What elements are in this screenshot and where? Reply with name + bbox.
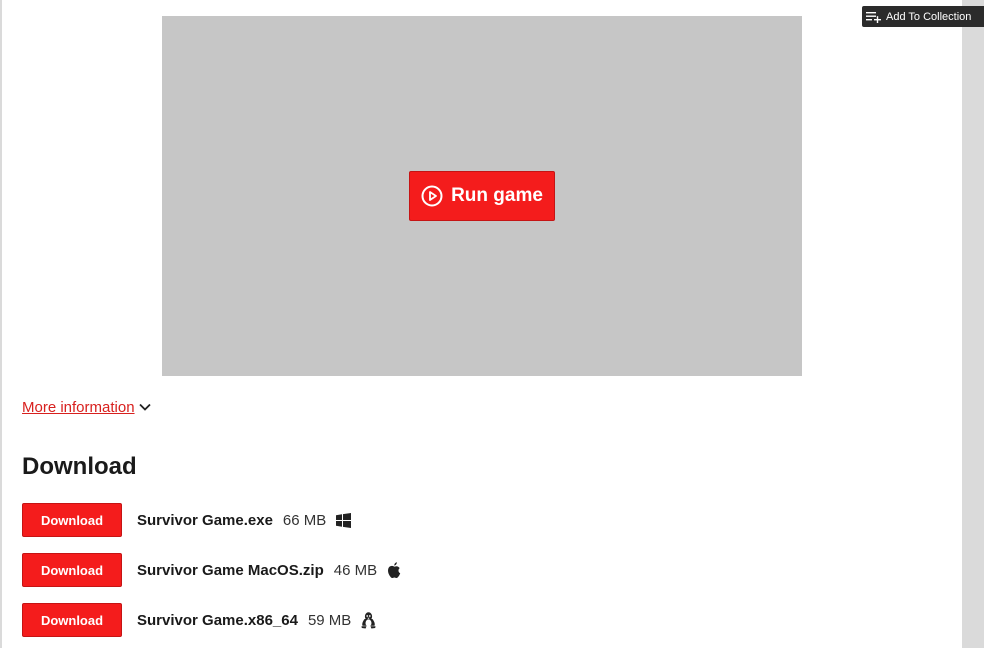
run-game-button[interactable]: Run game [409,171,555,221]
play-circle-icon [421,185,443,207]
file-size: 46 MB [333,561,378,579]
download-row: Download Survivor Game.x86_64 59 MB [22,602,376,638]
page-right-gutter [962,0,984,648]
add-to-list-icon [866,11,881,23]
file-name: Survivor Game.exe [137,511,273,529]
page-left-border [0,0,2,648]
apple-icon [387,561,401,579]
download-button[interactable]: Download [22,503,122,537]
file-size: 66 MB [282,511,327,529]
download-button[interactable]: Download [22,553,122,587]
more-information-toggle[interactable]: More information [22,396,151,418]
download-row: Download Survivor Game MacOS.zip 46 MB [22,552,401,588]
more-information-link[interactable]: More information [22,399,135,416]
linux-icon [361,611,376,629]
file-size: 59 MB [307,611,352,629]
download-section-heading: Download [22,453,137,480]
windows-icon [336,512,352,528]
add-to-collection-label: Add To Collection [886,10,972,23]
file-name: Survivor Game.x86_64 [137,611,298,629]
chevron-down-icon [138,403,151,411]
add-to-collection-button[interactable]: Add To Collection [862,6,984,27]
file-name: Survivor Game MacOS.zip [137,561,324,579]
download-button[interactable]: Download [22,603,122,637]
run-game-label: Run game [451,185,543,206]
download-row: Download Survivor Game.exe 66 MB [22,502,352,538]
